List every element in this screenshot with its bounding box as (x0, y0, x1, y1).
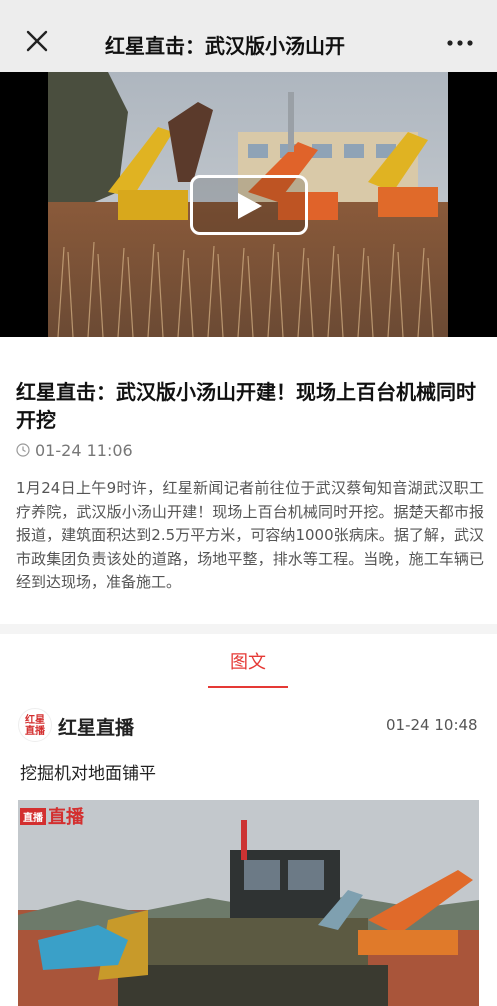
live-watermark: 直播 直播 (20, 803, 84, 829)
tab-active-indicator (208, 686, 288, 688)
article-time: 01-24 11:06 (35, 440, 133, 460)
source-avatar[interactable]: 红星直播 (18, 708, 52, 742)
clock-icon (16, 443, 30, 457)
top-navbar: 红星直击：武汉版小汤山开 (0, 0, 497, 72)
post-text: 挖掘机对地面铺平 (20, 764, 156, 784)
live-text: 直播 (48, 807, 84, 828)
post-image[interactable]: 直播 直播 (18, 800, 479, 1006)
post-time: 01-24 10:48 (386, 716, 478, 734)
more-icon[interactable] (444, 28, 478, 58)
play-icon (238, 193, 262, 219)
source-logo-text: 红星直播 (25, 715, 45, 737)
article-time-row: 01-24 11:06 (16, 440, 133, 460)
tab-image-text[interactable]: 图文 (208, 648, 288, 674)
play-button[interactable] (190, 175, 308, 235)
article-headline: 红星直击：武汉版小汤山开建！现场上百台机械同时开挖 (16, 380, 476, 432)
live-tag: 直播 (20, 807, 46, 825)
close-icon[interactable] (22, 26, 52, 56)
section-divider (0, 624, 497, 634)
video-player[interactable] (0, 72, 497, 337)
page-title: 红星直击：武汉版小汤山开 (105, 34, 345, 58)
post-photo (18, 800, 479, 1006)
article-summary: 1月24日上午9时许，红星新闻记者前往位于武汉蔡甸知音湖武汉职工疗养院，武汉版小… (16, 479, 484, 591)
source-name[interactable]: 红星直播 (58, 713, 134, 740)
